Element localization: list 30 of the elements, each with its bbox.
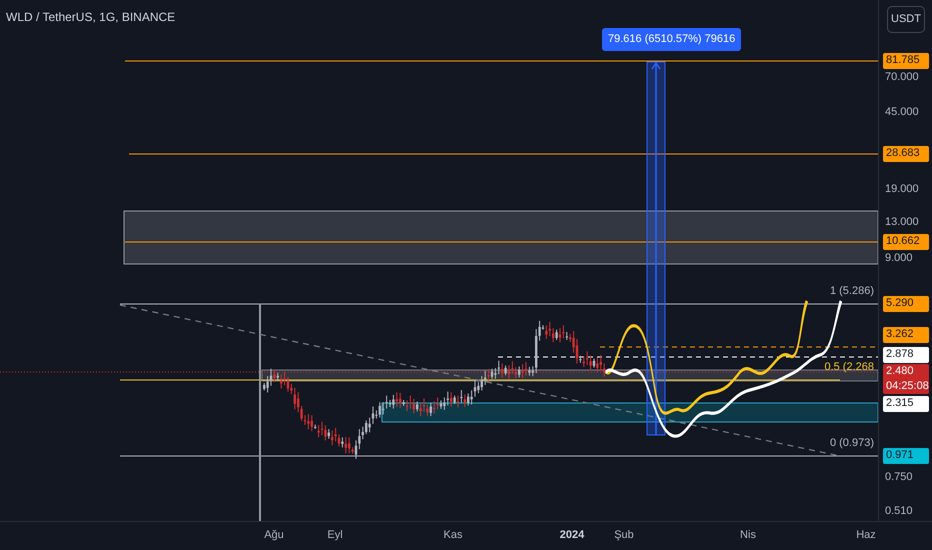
time-axis-label: Nis: [740, 529, 756, 542]
time-axis-label: 2024: [560, 529, 584, 542]
price-label: 2.878: [883, 347, 929, 363]
time-axis-label: Ağu: [264, 529, 284, 542]
chart-symbol-title: WLD / TetherUS, 1G, BINANCE: [6, 9, 176, 26]
countdown-timer: 04:25:08: [886, 379, 926, 394]
price-label: 81.785: [883, 53, 929, 69]
time-axis-label: Kas: [444, 529, 462, 542]
price-tick-label: 45.000: [885, 106, 919, 119]
price-label: 10.662: [883, 234, 929, 250]
price-label: 3.262: [883, 327, 929, 343]
fib-label: 0.5 (2.268: [824, 361, 874, 374]
currency-button[interactable]: USDT: [887, 6, 925, 33]
measure-tooltip: 79.616 (6510.57%) 79616: [602, 28, 742, 51]
price-tick-label: 19.000: [885, 183, 919, 196]
price-tick-label: 70.000: [885, 71, 919, 84]
price-tick-label: 0.510: [885, 505, 913, 518]
price-label: 28.683: [883, 146, 929, 162]
price-tick-label: 9.000: [885, 252, 913, 265]
time-axis-label: Haz: [856, 529, 876, 542]
price-label-text: 2.480: [886, 364, 915, 379]
time-axis-label: Şub: [614, 529, 634, 542]
price-label: 5.290: [883, 296, 929, 312]
price-label: 2.315: [883, 396, 929, 412]
fib-label: 0 (0.973): [830, 437, 874, 450]
price-tick-label: 0.750: [885, 471, 913, 484]
price-tick-label: 13.000: [885, 216, 919, 229]
price-label: 0.971: [883, 448, 929, 464]
fib-label: 1 (5.286): [830, 285, 874, 298]
time-axis-label: Eyl: [327, 529, 343, 542]
